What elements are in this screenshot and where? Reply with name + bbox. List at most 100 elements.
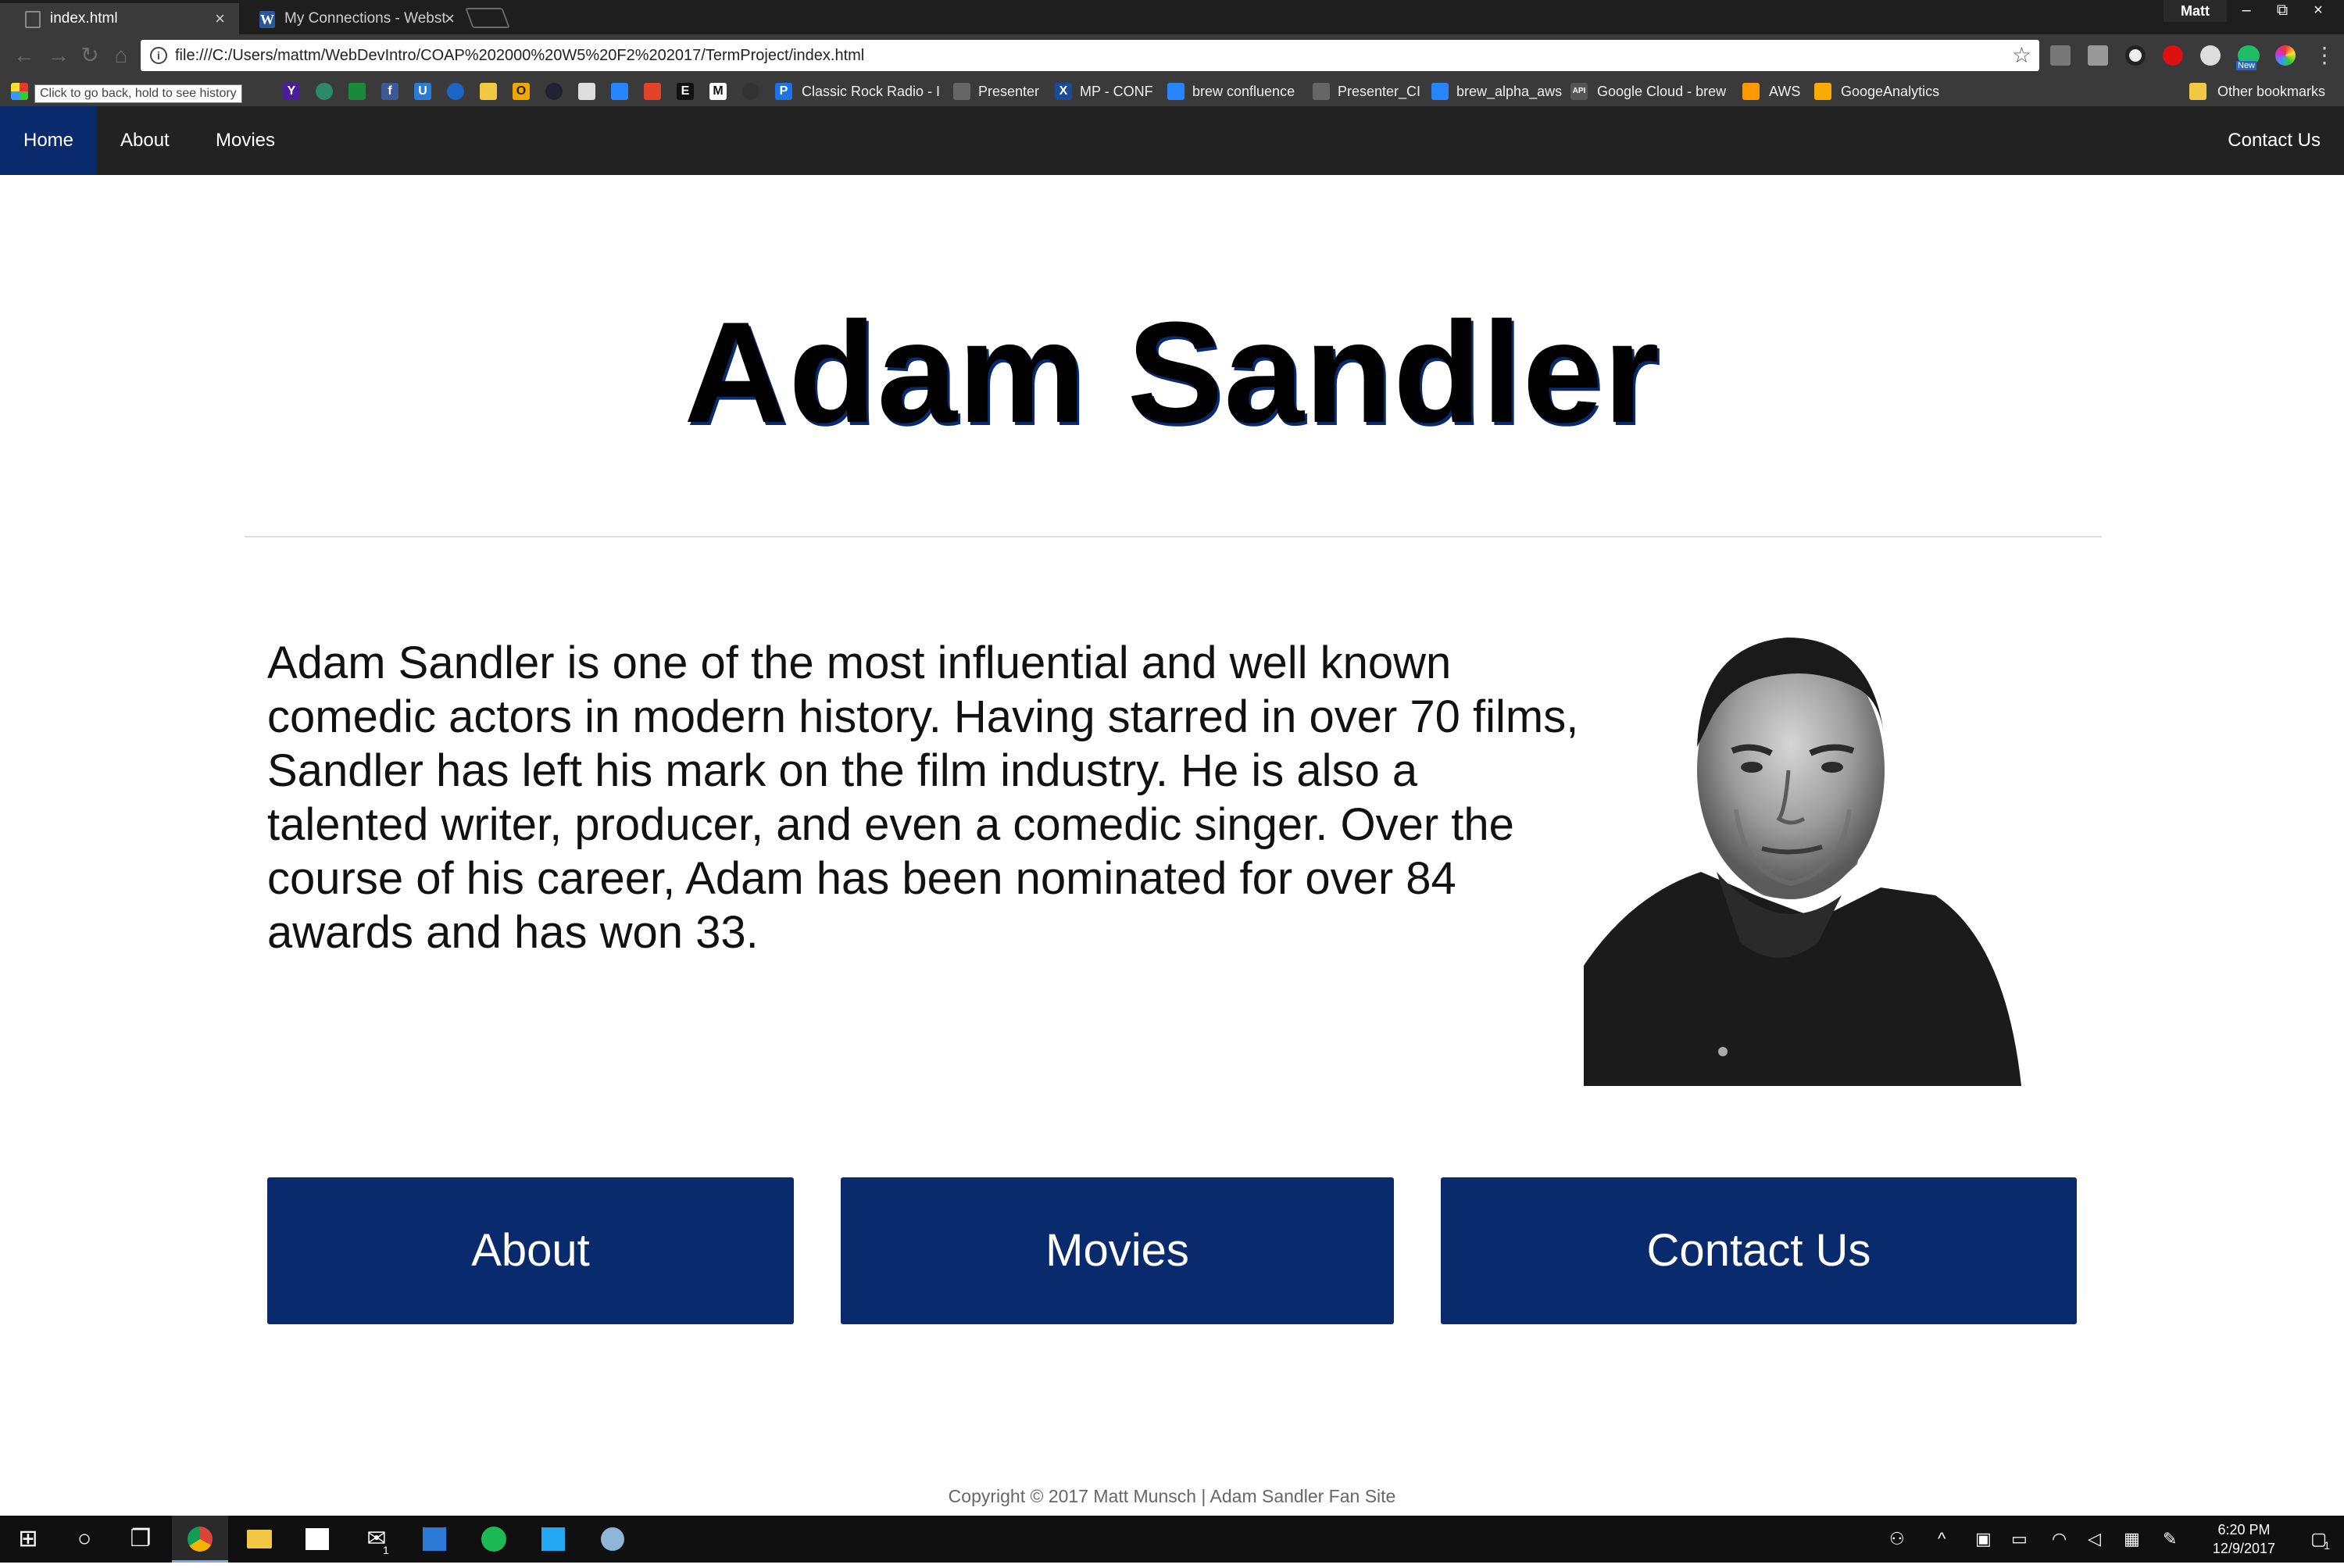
back-button-tooltip: Click to go back, hold to see history xyxy=(34,84,242,103)
nav-home[interactable]: Home xyxy=(0,106,97,175)
people-icon[interactable]: ⚇ xyxy=(1889,1516,1905,1563)
address-bar[interactable]: i file:///C:/Users/mattm/WebDevIntro/COA… xyxy=(141,40,2039,71)
mail-icon[interactable]: ✉ xyxy=(348,1516,405,1563)
extension-icon[interactable] xyxy=(2088,45,2108,66)
bookmark-icon[interactable] xyxy=(316,83,333,100)
close-window-button[interactable]: × xyxy=(2302,0,2335,22)
site-navbar: Home About Movies Contact Us xyxy=(0,106,2344,175)
store-icon[interactable] xyxy=(289,1516,345,1563)
bookmark-mp-conf[interactable]: MP - CONF xyxy=(1080,77,1153,106)
document-icon xyxy=(25,11,41,28)
app-icon[interactable] xyxy=(406,1516,463,1563)
profile-button[interactable]: Matt xyxy=(2164,0,2227,22)
back-button[interactable]: ← xyxy=(11,42,38,69)
menu-icon[interactable]: ⋮ xyxy=(2311,42,2338,69)
bookmark-icon[interactable] xyxy=(578,83,595,100)
spotify-icon[interactable] xyxy=(466,1516,522,1563)
word-icon: W xyxy=(259,11,275,28)
nav-about[interactable]: About xyxy=(97,106,193,175)
pen-icon[interactable]: ✎ xyxy=(2163,1516,2177,1563)
movies-button[interactable]: Movies xyxy=(841,1177,1394,1324)
gitlab-icon[interactable] xyxy=(644,83,661,100)
bookmark-aws[interactable]: AWS xyxy=(1769,77,1800,106)
app-icon[interactable] xyxy=(584,1516,641,1563)
bookmark-brew-alpha-aws[interactable]: brew_alpha_aws xyxy=(1456,77,1562,106)
minimize-button[interactable]: – xyxy=(2230,0,2263,22)
other-bookmarks[interactable]: Other bookmarks xyxy=(2217,77,2325,106)
wifi-icon[interactable]: ◠ xyxy=(2052,1516,2067,1563)
folder-icon[interactable] xyxy=(480,83,497,100)
extension-icon[interactable] xyxy=(2125,45,2146,66)
bookmark-google-analytics[interactable]: GoogeAnalytics xyxy=(1841,77,1939,106)
browser-tab-strip: index.html × W My Connections - Webst × … xyxy=(0,0,2344,34)
page-title: Adam Sandler xyxy=(684,291,1660,452)
footer-copyright: Copyright © 2017 Matt Munsch | Adam Sand… xyxy=(948,1486,1396,1506)
new-tab-button[interactable] xyxy=(465,8,510,28)
bookmark-google-cloud[interactable]: Google Cloud - brew xyxy=(1597,77,1726,106)
tray-icon[interactable]: ▣ xyxy=(1975,1516,1992,1563)
tab-close-button[interactable]: × xyxy=(215,3,225,34)
bookmark-classic-rock[interactable]: Classic Rock Radio - I xyxy=(802,77,940,106)
cortana-icon[interactable]: ○ xyxy=(56,1516,113,1563)
confluence-icon xyxy=(1167,83,1185,100)
nav-contact-us[interactable]: Contact Us xyxy=(2204,106,2344,175)
bookmark-icon[interactable]: O xyxy=(513,83,530,100)
apps-icon[interactable] xyxy=(11,83,28,100)
document-icon xyxy=(1313,83,1330,100)
system-clock[interactable]: 6:20 PM 12/9/2017 xyxy=(2213,1520,2275,1558)
bio-paragraph: Adam Sandler is one of the most influent… xyxy=(267,638,1579,958)
clock-time: 6:20 PM xyxy=(2217,1522,2271,1538)
clock-date: 12/9/2017 xyxy=(2212,1541,2275,1556)
volume-icon[interactable]: ◁ xyxy=(2088,1516,2101,1563)
home-icon[interactable]: ⌂ xyxy=(108,42,134,69)
confluence-icon xyxy=(1431,83,1449,100)
windows-taskbar: ⊞ ○ ❐ ✉ 1 ⚇ ^ ▣ ▭ ◠ ◁ ▦ ✎ 6:20 PM 12/9/2… xyxy=(0,1516,2344,1563)
nav-movies[interactable]: Movies xyxy=(192,106,298,175)
windows-start-icon[interactable]: ⊞ xyxy=(0,1516,56,1563)
vscode-icon[interactable] xyxy=(525,1516,581,1563)
battery-icon[interactable]: ▭ xyxy=(2011,1516,2028,1563)
bookmark-presenter-ci[interactable]: Presenter_CI xyxy=(1338,77,1420,106)
file-explorer-icon[interactable] xyxy=(231,1516,288,1563)
notification-count: 1 xyxy=(2324,1539,2330,1552)
bookmark-icon: X xyxy=(1055,83,1072,100)
mail-badge: 1 xyxy=(383,1544,389,1556)
bookmark-icon[interactable]: E xyxy=(677,83,694,100)
bookmark-icon[interactable] xyxy=(348,83,366,100)
restore-button[interactable]: ⧉ xyxy=(2266,0,2299,22)
folder-icon xyxy=(2189,83,2206,100)
bookmarks-bar: Y f U O E M P Classic Rock Radio - I Pre… xyxy=(0,77,2344,106)
chrome-icon[interactable] xyxy=(172,1516,228,1563)
reload-button[interactable]: ↻ xyxy=(77,42,103,69)
medium-icon[interactable]: M xyxy=(709,83,727,100)
url-text[interactable]: file:///C:/Users/mattm/WebDevIntro/COAP%… xyxy=(175,40,864,71)
bookmark-icon[interactable] xyxy=(545,83,563,100)
show-hidden-icons[interactable]: ^ xyxy=(1938,1516,1946,1563)
forward-button[interactable]: → xyxy=(45,42,72,69)
bookmark-star-icon[interactable]: ☆ xyxy=(2012,41,2031,70)
keyboard-icon[interactable]: ▦ xyxy=(2124,1516,2140,1563)
divider xyxy=(245,536,2102,538)
tab-close-button[interactable]: × xyxy=(445,3,455,34)
adblock-icon[interactable] xyxy=(2163,45,2183,66)
contact-us-button[interactable]: Contact Us xyxy=(1441,1177,2077,1324)
bookmark-presenter[interactable]: Presenter xyxy=(978,77,1039,106)
pandora-icon[interactable]: P xyxy=(775,83,792,100)
yahoo-icon[interactable]: Y xyxy=(283,83,300,100)
color-picker-icon[interactable] xyxy=(2275,45,2296,66)
github-icon[interactable] xyxy=(742,83,759,100)
bookmark-icon[interactable] xyxy=(447,83,464,100)
tab-my-connections[interactable]: W My Connections - Webst × xyxy=(234,3,469,34)
bookmark-icon[interactable]: U xyxy=(414,83,431,100)
extension-icon[interactable] xyxy=(2050,45,2071,66)
extension-icon[interactable] xyxy=(2200,45,2221,66)
aws-icon xyxy=(1742,83,1760,100)
about-button[interactable]: About xyxy=(267,1177,794,1324)
bookmark-brew-confluence[interactable]: brew confluence xyxy=(1192,77,1295,106)
tab-index-html[interactable]: index.html × xyxy=(0,3,239,34)
confluence-icon[interactable] xyxy=(611,83,628,100)
facebook-icon[interactable]: f xyxy=(381,83,398,100)
task-view-icon[interactable]: ❐ xyxy=(113,1516,169,1563)
api-icon: API xyxy=(1570,83,1588,100)
info-icon[interactable]: i xyxy=(150,47,167,64)
